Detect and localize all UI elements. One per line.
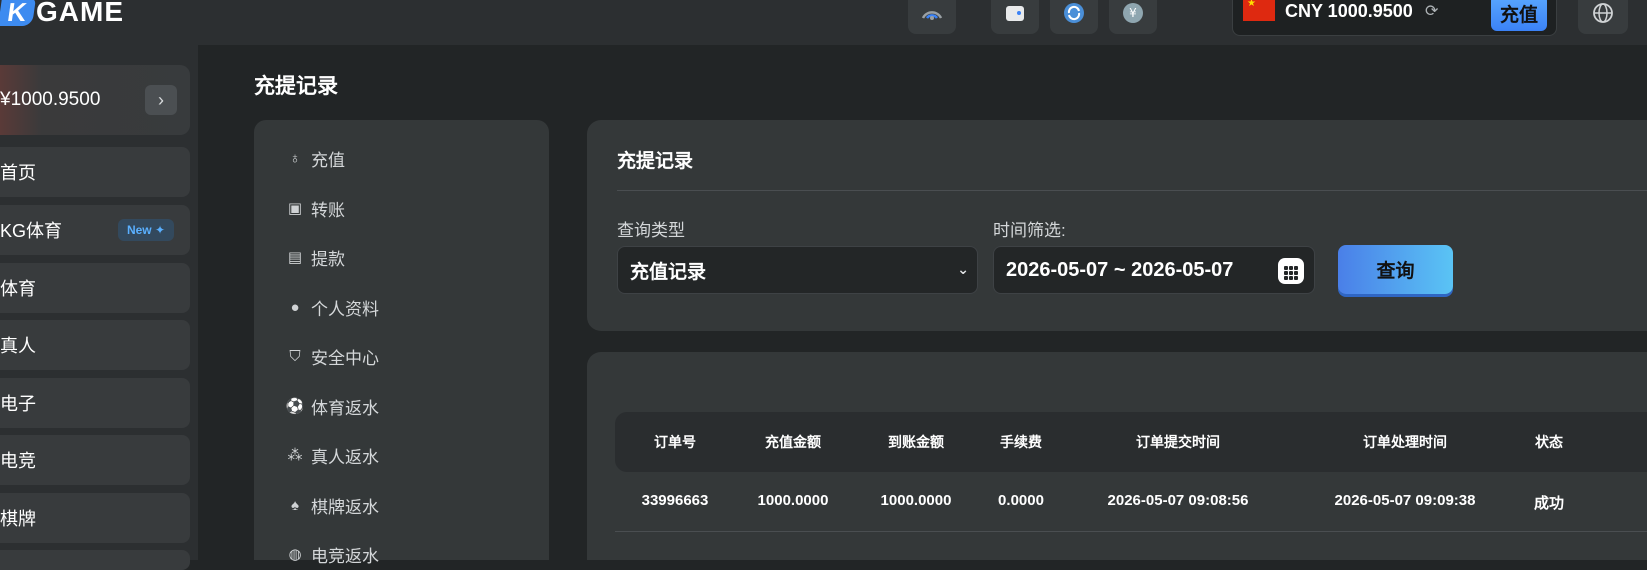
deposit-button[interactable]: 充值 <box>1491 0 1547 31</box>
piggy-bank-icon: ♁ <box>289 149 301 167</box>
page-title: 充提记录 <box>254 75 338 98</box>
balance-refresh-icon[interactable]: ⟳ <box>1425 1 1438 21</box>
account-menu: ♁ 充值 ▣ 转账 ▤ 提款 ● 个人资料 ⛉ 安全中心 ⚽ 体育返水 ⁂ 真人返水 ♠ 棋牌返… <box>254 120 549 566</box>
fee: 0.0000 <box>998 492 1044 509</box>
gamepad-icon: ◍ <box>288 546 302 563</box>
process-time: 2026-05-07 09:09:38 <box>1334 492 1476 509</box>
menu-item-label: 充值 <box>311 150 345 170</box>
calendar-icon[interactable] <box>1278 258 1304 284</box>
currency-balance: CNY 1000.9500 <box>1285 1 1413 21</box>
chevron-right-icon[interactable]: › <box>145 85 177 115</box>
sidebar-item-label: 电子 <box>0 394 36 414</box>
china-flag-icon: ★ <box>1243 0 1275 21</box>
sidebar-item-label: 棋牌 <box>0 509 36 529</box>
signal-icon <box>921 11 943 20</box>
top-bar: K GAME ¥ ★ CNY 1000.9500 ⟳ 充值 <box>0 0 1647 45</box>
svg-text:¥: ¥ <box>1129 6 1137 20</box>
refresh-icon <box>1064 3 1084 23</box>
column-header: 订单号 <box>654 434 696 450</box>
column-header: 状态 <box>1535 434 1563 450</box>
sidebar-item-esports[interactable]: 电竞 <box>0 435 190 485</box>
sidebar-item-label: 体育 <box>0 279 36 299</box>
deposit-amount: 1000.0000 <box>757 492 829 509</box>
filter-panel: 充提记录 查询类型 时间筛选: 充值记录 ⌄ 2026-05-07 ~ 2026… <box>587 120 1647 331</box>
menu-item-label: 电竞返水 <box>311 546 379 566</box>
sidebar-item-kg-sports[interactable]: KG体育 New ✦ <box>0 205 190 255</box>
balance-box: ★ CNY 1000.9500 ⟳ 充值 <box>1232 0 1557 36</box>
chevron-down-icon: ⌄ <box>957 261 969 277</box>
menu-item-cards-rebate[interactable]: ♠ 棋牌返水 <box>286 491 379 519</box>
sidebar-item-more[interactable] <box>0 550 190 570</box>
shield-icon: ⛉ <box>289 347 301 365</box>
status: 成功 <box>1533 495 1565 512</box>
column-header: 到账金额 <box>888 434 944 450</box>
menu-item-label: 个人资料 <box>311 299 379 319</box>
refresh-button[interactable] <box>1050 0 1098 34</box>
menu-item-withdraw[interactable]: ▤ 提款 <box>286 243 345 271</box>
menu-item-label: 安全中心 <box>311 348 379 368</box>
time-filter-label: 时间筛选: <box>993 221 1066 240</box>
chips-icon: ⁂ <box>287 447 303 464</box>
logo-mark: K <box>0 0 36 27</box>
query-button[interactable]: 查询 <box>1338 245 1453 294</box>
transfer-icon: ▣ <box>287 200 303 217</box>
globe-icon <box>1593 3 1613 23</box>
table-row[interactable]: 33996663 1000.0000 1000.0000 0.0000 2026… <box>615 472 1647 532</box>
yuan-coin-icon: ¥ <box>1123 3 1143 23</box>
menu-item-sports-rebate[interactable]: ⚽ 体育返水 <box>286 392 379 420</box>
menu-item-live-rebate[interactable]: ⁂ 真人返水 <box>286 441 380 469</box>
column-header: 订单处理时间 <box>1363 434 1447 450</box>
wallet-button[interactable] <box>991 0 1039 34</box>
menu-item-label: 体育返水 <box>311 398 379 418</box>
results-panel: 订单号 充值金额 到账金额 手续费 订单提交时间 订单处理时间 状态 33996… <box>587 352 1647 560</box>
query-type-select[interactable]: 充值记录 ⌄ <box>617 246 978 294</box>
sidebar-item-home[interactable]: 首页 <box>0 147 190 197</box>
sidebar-item-label: 电竞 <box>0 451 36 471</box>
sidebar-item-sports[interactable]: 体育 <box>0 263 190 313</box>
menu-item-label: 转账 <box>311 200 345 220</box>
menu-item-esports-rebate[interactable]: ◍ 电竞返水 <box>286 540 379 568</box>
column-header: 手续费 <box>1000 434 1042 450</box>
submit-time: 2026-05-07 09:08:56 <box>1107 492 1249 509</box>
sidebar-item-label: 真人 <box>0 336 36 356</box>
logo[interactable]: K GAME <box>0 0 124 30</box>
menu-item-transfer[interactable]: ▣ 转账 <box>286 194 345 222</box>
filter-title: 充提记录 <box>617 151 694 172</box>
menu-item-security[interactable]: ⛉ 安全中心 <box>286 342 379 370</box>
sidebar-item-chess-cards[interactable]: 棋牌 <box>0 493 190 543</box>
speed-test-button[interactable] <box>908 0 956 34</box>
sidebar-item-live-casino[interactable]: 真人 <box>0 320 190 370</box>
column-header: 充值金额 <box>765 434 821 450</box>
sidebar-balance: ¥1000.9500 <box>0 89 101 110</box>
menu-item-label: 提款 <box>311 249 345 269</box>
date-range-value: 2026-05-07 ~ 2026-05-07 <box>1006 258 1234 281</box>
sidebar-item-label: 首页 <box>0 163 36 183</box>
menu-item-profile[interactable]: ● 个人资料 <box>286 293 379 321</box>
menu-item-label: 棋牌返水 <box>311 497 379 517</box>
exchange-button[interactable]: ¥ <box>1109 0 1157 34</box>
cards-icon: ♠ <box>291 496 299 514</box>
wallet-icon <box>1006 6 1024 21</box>
credited-amount: 1000.0000 <box>880 492 952 509</box>
date-range-input[interactable]: 2026-05-07 ~ 2026-05-07 <box>993 246 1315 294</box>
new-badge: New ✦ <box>118 219 174 241</box>
sidebar: ¥1000.9500 › 首页 KG体育 New ✦ 体育 真人 电子 电竞 棋牌 <box>0 45 198 570</box>
query-type-label: 查询类型 <box>617 221 685 240</box>
menu-item-deposit[interactable]: ♁ 充值 <box>286 144 345 172</box>
user-icon: ● <box>290 298 300 316</box>
sidebar-balance-card[interactable]: ¥1000.9500 › <box>0 65 190 135</box>
sidebar-item-label: KG体育 <box>0 221 63 241</box>
sidebar-item-slots[interactable]: 电子 <box>0 378 190 428</box>
logo-text: GAME <box>36 0 124 27</box>
query-type-value: 充值记录 <box>630 261 707 283</box>
order-number: 33996663 <box>641 492 709 509</box>
withdraw-icon: ▤ <box>287 249 303 266</box>
divider <box>617 190 1647 191</box>
menu-item-label: 真人返水 <box>311 447 379 467</box>
table-header: 订单号 充值金额 到账金额 手续费 订单提交时间 订单处理时间 状态 <box>615 412 1647 472</box>
soccer-ball-icon: ⚽ <box>285 398 305 415</box>
language-button[interactable] <box>1578 0 1628 34</box>
column-header: 订单提交时间 <box>1136 434 1220 450</box>
